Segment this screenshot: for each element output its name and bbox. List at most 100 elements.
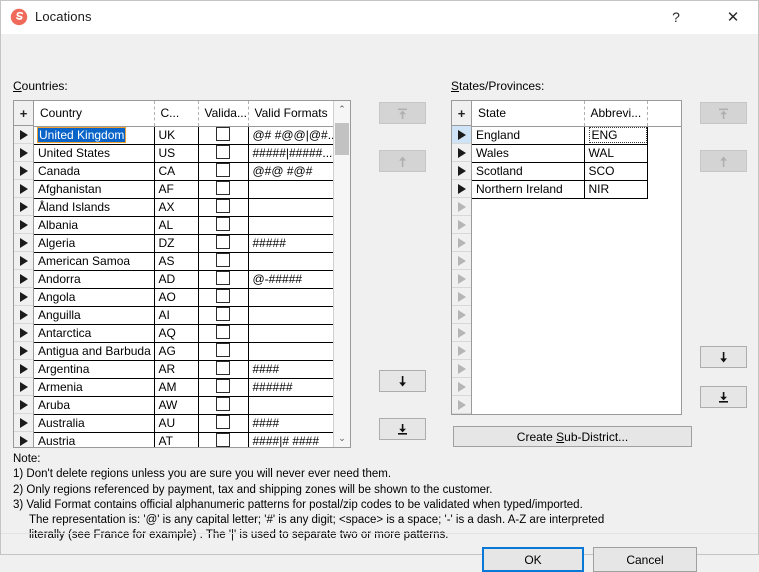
move-down-button[interactable] xyxy=(379,370,426,392)
row-marker[interactable] xyxy=(14,126,33,144)
cell-formats[interactable] xyxy=(248,324,336,343)
validate-checkbox[interactable] xyxy=(216,271,230,286)
validate-checkbox[interactable] xyxy=(216,379,230,394)
cell-code[interactable]: AR xyxy=(154,360,199,379)
table-row[interactable]: Afghanistan AF xyxy=(34,180,336,199)
row-marker[interactable] xyxy=(14,306,33,324)
cell-country[interactable]: Andorra xyxy=(34,270,155,289)
cell-country[interactable]: Austria xyxy=(34,432,155,447)
validate-checkbox[interactable] xyxy=(216,325,230,340)
table-row[interactable]: Åland Islands AX xyxy=(34,198,336,217)
table-row[interactable]: Anguilla AI xyxy=(34,306,336,325)
cell-state[interactable]: England xyxy=(472,126,585,145)
cell-validate[interactable] xyxy=(198,396,249,415)
table-row[interactable]: Wales WAL xyxy=(472,144,681,163)
cell-country[interactable]: Algeria xyxy=(34,234,155,253)
countries-add-row-button[interactable]: + xyxy=(14,101,33,126)
cell-validate[interactable] xyxy=(198,270,249,289)
cell-code[interactable]: UK xyxy=(154,126,199,145)
cell-formats[interactable]: #####|#####... xyxy=(248,144,336,163)
validate-checkbox[interactable] xyxy=(216,199,230,214)
cell-country[interactable]: Aruba xyxy=(34,396,155,415)
row-marker[interactable] xyxy=(14,288,33,306)
cell-code[interactable]: AL xyxy=(154,216,199,235)
cell-abbrev[interactable]: ENG xyxy=(584,126,648,145)
cell-validate[interactable] xyxy=(198,288,249,307)
row-marker-empty[interactable] xyxy=(452,306,471,324)
table-row[interactable]: Argentina AR #### xyxy=(34,360,336,379)
cell-formats[interactable] xyxy=(248,342,336,361)
cell-country[interactable]: Antarctica xyxy=(34,324,155,343)
cell-country[interactable]: Canada xyxy=(34,162,155,181)
row-marker[interactable] xyxy=(14,252,33,270)
cell-code[interactable]: DZ xyxy=(154,234,199,253)
row-marker-empty[interactable] xyxy=(452,324,471,342)
cell-validate[interactable] xyxy=(198,324,249,343)
states-grid[interactable]: + State Abbrevi... England ENG Wales WAL Sco… xyxy=(451,100,682,415)
cell-code[interactable]: AD xyxy=(154,270,199,289)
scrollbar-thumb[interactable] xyxy=(335,123,349,155)
cell-code[interactable]: AI xyxy=(154,306,199,325)
cell-abbrev[interactable]: NIR xyxy=(584,180,648,199)
validate-checkbox[interactable] xyxy=(216,433,230,447)
table-row[interactable]: Canada CA @#@ #@# xyxy=(34,162,336,181)
validate-checkbox[interactable] xyxy=(216,415,230,430)
scroll-down-icon[interactable]: ⌄ xyxy=(334,430,350,447)
row-marker[interactable] xyxy=(452,162,471,180)
cell-country[interactable]: Angola xyxy=(34,288,155,307)
row-marker[interactable] xyxy=(14,432,33,447)
row-marker[interactable] xyxy=(14,180,33,198)
table-row[interactable]: Armenia AM ###### xyxy=(34,378,336,397)
row-marker[interactable] xyxy=(14,198,33,216)
cell-code[interactable]: AT xyxy=(154,432,199,447)
cell-country[interactable]: Armenia xyxy=(34,378,155,397)
table-row[interactable]: United Kingdom UK @# #@@|@#... xyxy=(34,126,336,145)
table-row[interactable]: Albania AL xyxy=(34,216,336,235)
table-row[interactable]: American Samoa AS xyxy=(34,252,336,271)
countries-grid[interactable]: + Country C... Valida... Valid Formats U… xyxy=(13,100,351,448)
countries-vertical-scrollbar[interactable]: ⌃ ⌄ xyxy=(333,101,350,447)
cell-validate[interactable] xyxy=(198,360,249,379)
row-marker[interactable] xyxy=(14,162,33,180)
row-marker[interactable] xyxy=(14,342,33,360)
validate-checkbox[interactable] xyxy=(216,397,230,412)
cell-validate[interactable] xyxy=(198,432,249,447)
row-marker[interactable] xyxy=(14,414,33,432)
cell-country[interactable]: Åland Islands xyxy=(34,198,155,217)
table-row[interactable]: Algeria DZ ##### xyxy=(34,234,336,253)
cell-formats[interactable] xyxy=(248,396,336,415)
row-marker-empty[interactable] xyxy=(452,198,471,216)
row-marker-empty[interactable] xyxy=(452,216,471,234)
table-row[interactable]: Antigua and Barbuda AG xyxy=(34,342,336,361)
cell-code[interactable]: AF xyxy=(154,180,199,199)
cell-state[interactable]: Scotland xyxy=(472,162,585,181)
cell-state[interactable]: Northern Ireland xyxy=(472,180,585,199)
move-to-bottom-button[interactable] xyxy=(700,386,747,408)
cell-abbrev[interactable]: SCO xyxy=(584,162,648,181)
table-row[interactable]: Antarctica AQ xyxy=(34,324,336,343)
cell-country[interactable]: Australia xyxy=(34,414,155,433)
table-row[interactable]: Angola AO xyxy=(34,288,336,307)
cell-country[interactable]: Afghanistan xyxy=(34,180,155,199)
validate-checkbox[interactable] xyxy=(216,127,230,142)
cell-formats[interactable] xyxy=(248,306,336,325)
validate-checkbox[interactable] xyxy=(216,235,230,250)
cell-validate[interactable] xyxy=(198,306,249,325)
scroll-up-icon[interactable]: ⌃ xyxy=(334,101,350,118)
table-row[interactable]: England ENG xyxy=(472,126,681,145)
cell-validate[interactable] xyxy=(198,378,249,397)
cell-formats[interactable]: ###### xyxy=(248,378,336,397)
countries-col-formats[interactable]: Valid Formats xyxy=(248,101,335,127)
table-row[interactable]: Aruba AW xyxy=(34,396,336,415)
validate-checkbox[interactable] xyxy=(216,163,230,178)
cell-code[interactable]: AM xyxy=(154,378,199,397)
countries-col-validate[interactable]: Valida... xyxy=(198,101,249,127)
row-marker[interactable] xyxy=(452,144,471,162)
cell-validate[interactable] xyxy=(198,180,249,199)
cell-state[interactable]: Wales xyxy=(472,144,585,163)
row-marker-empty[interactable] xyxy=(452,252,471,270)
cell-country[interactable]: United Kingdom xyxy=(34,126,155,145)
cell-country[interactable]: Albania xyxy=(34,216,155,235)
help-icon[interactable]: ? xyxy=(653,1,699,33)
row-marker[interactable] xyxy=(14,216,33,234)
